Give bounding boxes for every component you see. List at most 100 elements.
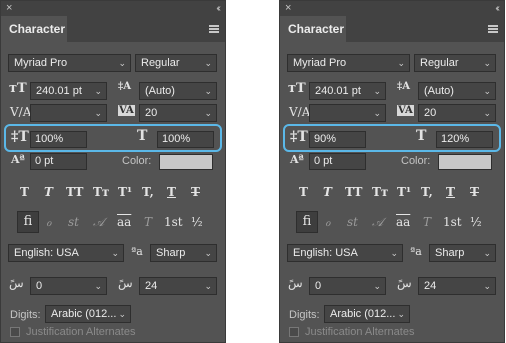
subscript-button[interactable]: T,	[421, 185, 433, 199]
chevron-down-icon: ⌄	[390, 248, 398, 258]
leading-field[interactable]: (Auto) ⌄	[418, 82, 496, 100]
arabic-kashida-icon: سً	[118, 276, 133, 290]
color-swatch[interactable]	[438, 154, 492, 170]
horizontal-scale-field[interactable]: 120%	[436, 131, 493, 148]
swash-button[interactable]: 𝒜	[372, 215, 383, 230]
panel-menu-icon[interactable]	[488, 25, 498, 33]
antialias-select[interactable]: Sharp ⌄	[429, 244, 496, 262]
chevron-down-icon: ⌄	[483, 108, 491, 118]
font-family-select[interactable]: Myriad Pro ⌄	[8, 54, 131, 72]
arabic-spacing-right-select[interactable]: 24 ⌄	[418, 277, 496, 295]
faux-bold-button[interactable]: T	[299, 185, 308, 199]
all-caps-button[interactable]: TT	[345, 185, 362, 199]
chevron-down-icon: ⌄	[483, 248, 491, 258]
digits-select[interactable]: Arabic (012... ⌄	[324, 305, 410, 323]
language-select[interactable]: English: USA ⌄	[8, 244, 124, 262]
baseline-shift-field[interactable]: 0 pt	[309, 153, 366, 170]
contextual-alternates-button[interactable]: ℴ	[46, 215, 52, 229]
arabic-spacing-left-select[interactable]: 0 ⌄	[30, 277, 107, 295]
vertical-scale-field[interactable]: 90%	[309, 131, 366, 148]
tab-character[interactable]: Character	[1, 16, 67, 42]
swash-button[interactable]: 𝒜	[93, 215, 104, 230]
horizontal-scale-icon: T	[137, 128, 148, 144]
collapse-icon[interactable]: ‹‹	[495, 2, 499, 15]
font-style-select[interactable]: Regular ⌄	[414, 54, 496, 72]
language-select[interactable]: English: USA ⌄	[287, 244, 403, 262]
digits-label: Digits:	[10, 309, 41, 321]
tab-character[interactable]: Character	[280, 16, 346, 42]
collapse-icon[interactable]: ‹‹	[216, 2, 220, 15]
discretionary-ligatures-button[interactable]: st	[347, 215, 358, 229]
close-icon[interactable]: ×	[285, 2, 291, 15]
kerning-field[interactable]: ⌄	[30, 104, 107, 122]
arabic-spacing-left-select[interactable]: 0 ⌄	[309, 277, 386, 295]
chevron-down-icon: ⌄	[204, 108, 212, 118]
fractions-button[interactable]: ½	[470, 215, 482, 229]
titling-alternates-button[interactable]: T	[144, 215, 152, 229]
subscript-button[interactable]: T,	[142, 185, 154, 199]
superscript-button[interactable]: T¹	[118, 185, 132, 199]
faux-italic-button[interactable]: T	[323, 185, 332, 199]
antialias-icon: ªa	[410, 245, 422, 258]
font-family-select[interactable]: Myriad Pro ⌄	[287, 54, 410, 72]
justification-alternates-checkbox[interactable]	[10, 327, 20, 337]
font-size-field[interactable]: 240.01 pt ⌄	[309, 82, 386, 100]
character-panel-right: × ‹‹ Character Myriad Pro ⌄ Regular ⌄ ᴛT…	[279, 0, 505, 343]
vertical-scale-field[interactable]: 100%	[30, 131, 87, 148]
arabic-spacing-right-select[interactable]: 24 ⌄	[139, 277, 217, 295]
underline-button[interactable]: T	[446, 185, 455, 199]
justification-alternates-label: Justification Alternates	[26, 326, 136, 338]
digits-value: Arabic (012...	[330, 308, 396, 320]
color-swatch[interactable]	[159, 154, 213, 170]
chevron-down-icon: ⌄	[94, 108, 102, 118]
font-size-field[interactable]: 240.01 pt ⌄	[30, 82, 107, 100]
antialias-icon: ªa	[131, 245, 143, 258]
faux-bold-button[interactable]: T	[20, 185, 29, 199]
font-style-select[interactable]: Regular ⌄	[135, 54, 217, 72]
tracking-icon: VA	[118, 105, 135, 116]
strikethrough-button[interactable]: T	[470, 185, 479, 199]
antialias-value: Sharp	[435, 247, 465, 259]
baseline-shift-field[interactable]: 0 pt	[30, 153, 87, 170]
panel-menu-icon[interactable]	[209, 25, 219, 33]
arabic-spacing-icon: سً	[288, 276, 303, 290]
superscript-button[interactable]: T¹	[397, 185, 411, 199]
ligatures-button[interactable]: fi	[17, 211, 39, 233]
leading-field[interactable]: (Auto) ⌄	[139, 82, 217, 100]
font-style-value: Regular	[141, 57, 180, 69]
tracking-field[interactable]: 20 ⌄	[418, 104, 496, 122]
font-size-value: 240.01 pt	[36, 85, 82, 97]
titling-alternates-button[interactable]: T	[423, 215, 431, 229]
tracking-icon: VA	[397, 105, 414, 116]
antialias-select[interactable]: Sharp ⌄	[150, 244, 217, 262]
justification-alternates-checkbox[interactable]	[289, 327, 299, 337]
digits-value: Arabic (012...	[51, 308, 117, 320]
horizontal-scale-field[interactable]: 100%	[157, 131, 214, 148]
all-caps-button[interactable]: TT	[66, 185, 83, 199]
language-value: English: USA	[14, 247, 79, 259]
ordinals-button[interactable]: 1st	[443, 215, 462, 229]
kerning-field[interactable]: ⌄	[309, 104, 386, 122]
strikethrough-button[interactable]: T	[191, 185, 200, 199]
stylistic-alternates-button[interactable]: aa	[396, 215, 410, 229]
baseline-shift-icon: Aª	[11, 153, 25, 166]
character-panel-left: × ‹‹ Character Myriad Pro ⌄ Regular ⌄ ᴛT…	[0, 0, 226, 343]
small-caps-button[interactable]: Tт	[93, 185, 109, 199]
ligatures-button[interactable]: fi	[296, 211, 318, 233]
chevron-down-icon: ⌄	[94, 281, 102, 291]
leading-icon: ‡A	[118, 81, 131, 92]
digits-select[interactable]: Arabic (012... ⌄	[45, 305, 131, 323]
stylistic-alternates-button[interactable]: aa	[117, 215, 131, 229]
small-caps-button[interactable]: Tт	[372, 185, 388, 199]
faux-italic-button[interactable]: T	[44, 185, 53, 199]
arabic-spacing-left-value: 0	[36, 280, 43, 292]
underline-button[interactable]: T	[167, 185, 176, 199]
contextual-alternates-button[interactable]: ℴ	[325, 215, 331, 229]
arabic-spacing-right-value: 24	[424, 280, 437, 292]
fractions-button[interactable]: ½	[191, 215, 203, 229]
ordinals-button[interactable]: 1st	[164, 215, 183, 229]
tracking-field[interactable]: 20 ⌄	[139, 104, 217, 122]
discretionary-ligatures-button[interactable]: st	[68, 215, 79, 229]
close-icon[interactable]: ×	[6, 2, 12, 15]
tab-bar	[346, 16, 504, 42]
